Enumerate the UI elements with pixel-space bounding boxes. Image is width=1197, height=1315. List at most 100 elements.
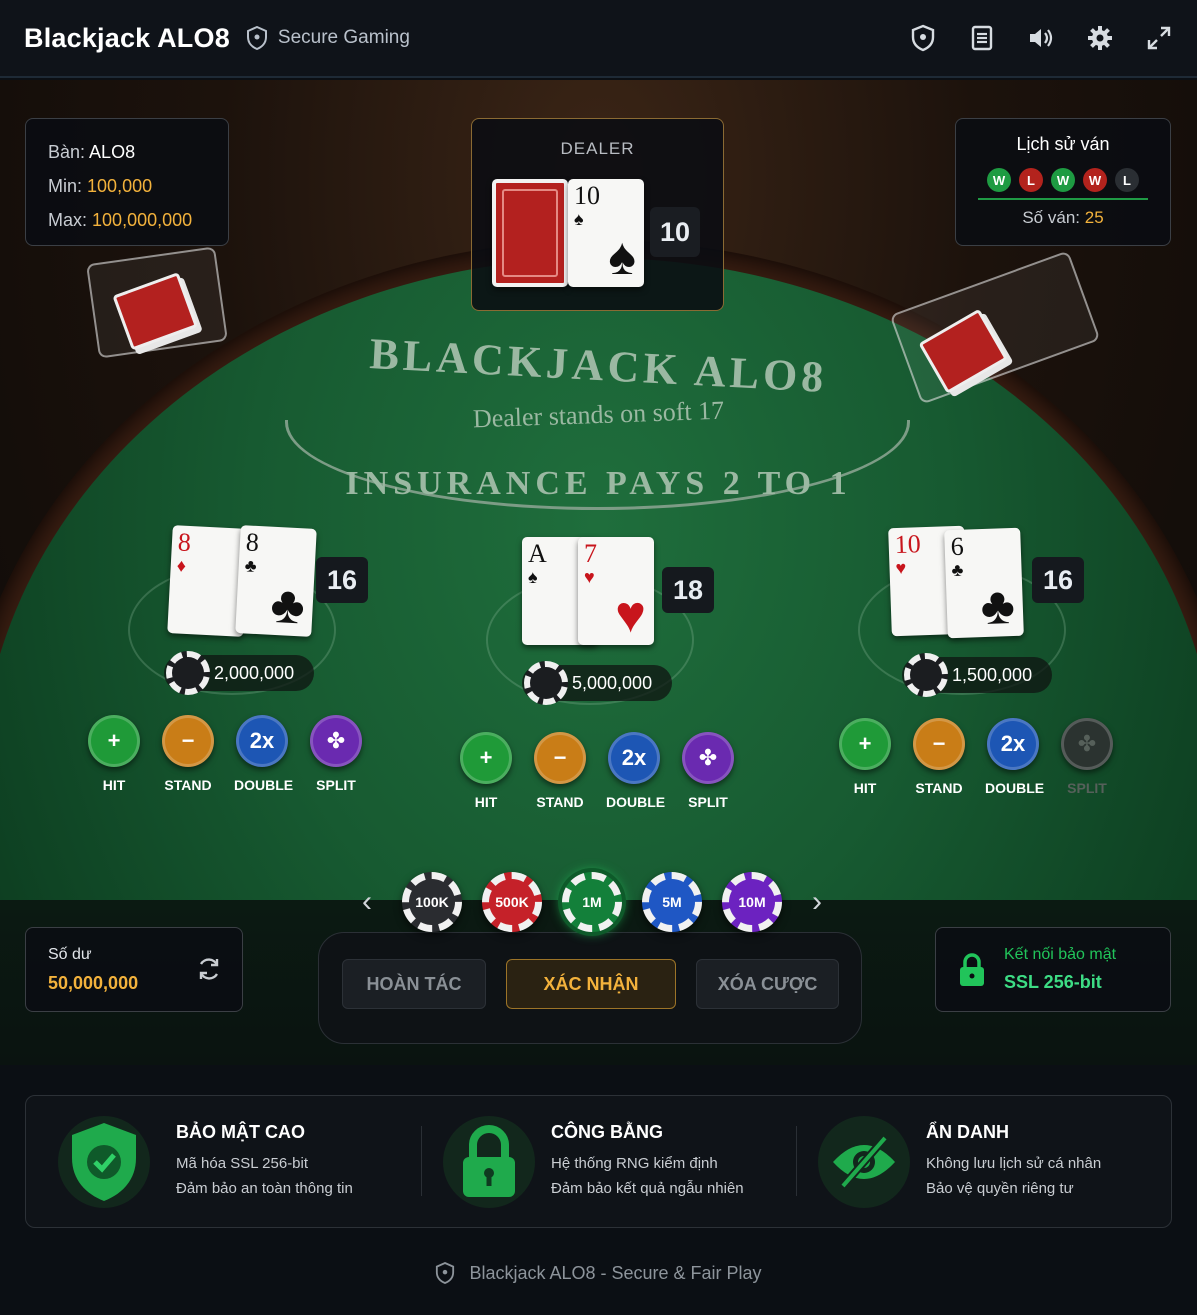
eye-off-icon — [818, 1116, 910, 1208]
bet-value: 2,000,000 — [214, 662, 295, 683]
lock-icon — [958, 952, 986, 993]
undo-button[interactable]: HOÀN TÁC — [342, 959, 486, 1009]
stand-label: STAND — [536, 794, 584, 810]
feature-security: BẢO MẬT CAO Mã hóa SSL 256-bit Đảm bảo a… — [26, 1096, 421, 1227]
insurance-text: INSURANCE PAYS 2 TO 1 — [345, 465, 852, 502]
minus-icon: − — [534, 732, 586, 784]
card-rank: 8 — [177, 527, 192, 558]
dealer-up-card: 10 ♠ ♠ — [568, 179, 644, 287]
dealer-panel: DEALER 10 ♠ ♠ 10 — [471, 118, 724, 311]
shield-icon — [246, 26, 267, 50]
double-button[interactable]: 2x DOUBLE — [234, 715, 294, 793]
chip-10m[interactable]: 10M — [722, 872, 782, 932]
bet-value: 1,500,000 — [952, 664, 1033, 685]
feature-title: ẨN DANH — [926, 1122, 1009, 1142]
chevron-right-icon[interactable]: › — [802, 885, 832, 919]
hit-label: HIT — [102, 777, 126, 793]
top-bar: Blackjack ALO8 Secure Gaming — [0, 0, 1197, 78]
bet-value: 5,000,000 — [572, 672, 653, 693]
feature-line: Đảm bảo kết quả ngẫu nhiên — [551, 1180, 744, 1197]
balance-label: Số dư — [48, 946, 92, 963]
split-button[interactable]: ✤ SPLIT — [308, 715, 364, 793]
bet-amount: 1,500,000 — [902, 653, 1053, 697]
footer: Blackjack ALO8 - Secure & Fair Play — [0, 1262, 1197, 1284]
double-label: DOUBLE — [606, 794, 666, 810]
card-rank: 6 — [950, 531, 965, 562]
bet-amount: 5,000,000 — [522, 661, 673, 705]
rules-icon[interactable] — [968, 24, 996, 52]
dealer-score: 10 — [650, 207, 700, 257]
history-results: W L W W L — [978, 168, 1148, 200]
card-suit-large: ♥ — [615, 586, 646, 644]
history-result-badge: W — [1083, 168, 1107, 192]
double-button[interactable]: 2x DOUBLE — [606, 732, 666, 810]
hit-button[interactable]: + HIT — [837, 718, 893, 796]
card-rank: 8 — [245, 527, 260, 558]
min-value: 100,000 — [87, 176, 153, 196]
history-count-label: Số ván: — [1022, 208, 1080, 227]
stand-button[interactable]: − STAND — [532, 732, 588, 810]
card-suit-large: ♣ — [269, 575, 307, 636]
hit-button[interactable]: + HIT — [86, 715, 142, 793]
table-value: ALO8 — [89, 142, 136, 162]
shield-icon — [436, 1262, 455, 1284]
chip-icon — [524, 661, 568, 705]
card-suit-large: ♣ — [979, 576, 1016, 637]
features-panel: BẢO MẬT CAO Mã hóa SSL 256-bit Đảm bảo a… — [25, 1095, 1172, 1228]
feature-line: Đảm bảo an toàn thông tin — [176, 1180, 353, 1197]
table-info-panel: Bàn: ALO8 Min: 100,000 Max: 100,000,000 — [25, 118, 229, 246]
player-card: 6 ♣ ♣ — [944, 527, 1024, 639]
card-suit: ♠ — [528, 567, 538, 587]
chip-1m-selected[interactable]: 1M — [562, 872, 622, 932]
feature-fairness: CÔNG BẰNG Hệ thống RNG kiểm định Đảm bảo… — [421, 1096, 796, 1227]
split-icon: ✤ — [310, 715, 362, 767]
card-suit: ♠ — [574, 209, 584, 229]
lock-icon — [443, 1116, 535, 1208]
feature-line: Hệ thống RNG kiểm định — [551, 1155, 718, 1172]
card-suit: ♣ — [244, 555, 258, 576]
secure-gaming-tag: Secure Gaming — [246, 26, 410, 50]
volume-icon[interactable] — [1027, 24, 1055, 52]
footer-text: Blackjack ALO8 - Secure & Fair Play — [469, 1262, 762, 1283]
bet-control-bar: HOÀN TÁC XÁC NHẬN XÓA CƯỢC — [318, 932, 862, 1044]
history-result-badge: L — [1019, 168, 1043, 192]
player-card: 7 ♥ ♥ — [578, 537, 654, 645]
history-title: Lịch sử ván — [1016, 134, 1110, 154]
max-label: Max: — [48, 210, 88, 230]
stand-button[interactable]: − STAND — [911, 718, 967, 796]
fullscreen-icon[interactable] — [1145, 24, 1173, 52]
card-rank: A — [528, 539, 547, 568]
split-button[interactable]: ✤ SPLIT — [680, 732, 736, 810]
plus-icon: + — [839, 718, 891, 770]
split-label: SPLIT — [316, 777, 356, 793]
stand-label: STAND — [164, 777, 212, 793]
hand-score: 18 — [662, 567, 714, 613]
hand-1-actions: + HIT − STAND 2x DOUBLE ✤ SPLIT — [86, 715, 364, 793]
chip-500k[interactable]: 500K — [482, 872, 542, 932]
card-suit: ♣ — [951, 559, 964, 581]
history-result-badge: L — [1115, 168, 1139, 192]
double-button[interactable]: 2x DOUBLE — [985, 718, 1044, 796]
feature-line: Không lưu lịch sử cá nhân — [926, 1155, 1102, 1172]
double-icon: 2x — [608, 732, 660, 784]
split-label: SPLIT — [688, 794, 728, 810]
chip-100k[interactable]: 100K — [402, 872, 462, 932]
hand-3-actions: + HIT − STAND 2x DOUBLE ✤ SPLIT — [837, 718, 1115, 796]
card-rank: 7 — [584, 539, 597, 568]
shield-icon[interactable] — [909, 24, 937, 52]
clear-bet-button[interactable]: XÓA CƯỢC — [696, 959, 839, 1009]
settings-icon[interactable] — [1086, 24, 1114, 52]
min-label: Min: — [48, 176, 83, 196]
plus-icon: + — [460, 732, 512, 784]
stand-button[interactable]: − STAND — [160, 715, 216, 793]
double-icon: 2x — [987, 718, 1039, 770]
refresh-icon[interactable] — [196, 956, 222, 987]
confirm-button[interactable]: XÁC NHẬN — [506, 959, 676, 1009]
split-label: SPLIT — [1067, 780, 1107, 796]
dealer-hole-card — [492, 179, 568, 287]
chip-5m[interactable]: 5M — [642, 872, 702, 932]
double-label: DOUBLE — [234, 777, 294, 793]
chevron-left-icon[interactable]: ‹ — [352, 885, 382, 919]
ssl-value: SSL 256-bit — [1004, 972, 1102, 992]
hit-button[interactable]: + HIT — [458, 732, 514, 810]
